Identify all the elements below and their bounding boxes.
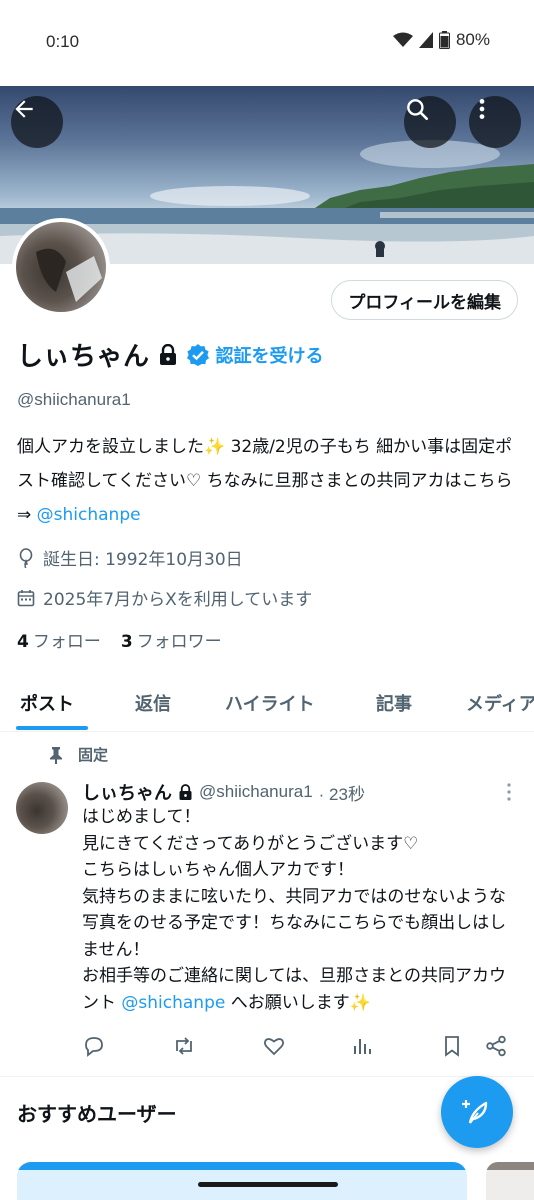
joined-text: 2025年7月からXを利用しています — [43, 590, 313, 610]
post-avatar[interactable] — [16, 782, 68, 834]
post-mention-link[interactable]: @shichanpe — [121, 993, 225, 1013]
post-text: はじめまして！ 見にきてくださってありがとうございます♡ こちらはしぃちゃん個人… — [82, 807, 507, 1013]
share-icon[interactable] — [484, 1034, 508, 1058]
verified-badge-icon — [186, 343, 209, 366]
tab-media[interactable]: メディア — [466, 690, 534, 716]
repost-icon[interactable] — [172, 1034, 196, 1058]
recommended-users-title: おすすめユーザー — [17, 1102, 177, 1126]
post-more-icon[interactable] — [504, 782, 514, 802]
follow-stats: 4 フォロー 3 フォロワー — [17, 627, 222, 652]
active-tab-indicator — [16, 726, 88, 730]
search-button[interactable] — [404, 96, 456, 148]
post-author-handle: @shiichanura1 — [199, 782, 313, 801]
post-timestamp[interactable]: · 23秒 — [319, 780, 365, 805]
profile-name: しぃちゃん — [17, 342, 150, 372]
status-time: 0:10 — [46, 32, 80, 51]
calendar-icon — [17, 589, 35, 606]
following-count: 4 — [17, 632, 29, 652]
followers-count: 3 — [120, 632, 133, 652]
tab-articles[interactable]: 記事 — [376, 690, 412, 716]
birthday-row: 誕生日: 1992年10月30日 — [17, 545, 243, 570]
lock-icon — [179, 783, 192, 800]
like-icon[interactable] — [262, 1034, 286, 1058]
views-icon[interactable] — [350, 1034, 374, 1058]
following-label: フォロー — [32, 632, 101, 652]
following-link[interactable]: 4 フォロー — [17, 627, 101, 652]
compose-feather-icon — [462, 1100, 488, 1124]
birthday-text: 誕生日: 1992年10月30日 — [43, 550, 243, 570]
post-body: はじめまして！ 見にきてくださってありがとうございます♡ こちらはしぃちゃん個人… — [82, 804, 522, 1016]
get-verified-label: 認証を受ける — [215, 345, 324, 367]
profile-bio: 個人アカを設立しました✨ 32歳/2児の子もち 細かい事は固定ポスト確認してくだ… — [17, 430, 522, 532]
search-icon — [407, 99, 429, 121]
wifi-icon — [392, 32, 413, 47]
followers-label: フォロワー — [136, 632, 222, 652]
profile-name-row: しぃちゃん 認証を受ける — [17, 336, 324, 373]
post-header: しぃちゃん @shiichanura1 · 23秒 — [82, 779, 365, 805]
signal-icon — [418, 32, 433, 48]
pinned-label-row: 固定 — [48, 744, 108, 765]
tab-posts[interactable]: ポスト — [20, 690, 74, 716]
arrow-left-icon — [15, 100, 33, 118]
profile-avatar[interactable] — [12, 218, 110, 316]
followers-link[interactable]: 3 フォロワー — [121, 627, 222, 652]
reply-icon[interactable] — [82, 1034, 106, 1058]
status-icons: 80% — [392, 30, 490, 50]
bio-mention-link[interactable]: @shichanpe — [37, 505, 141, 525]
bookmark-icon[interactable] — [440, 1034, 464, 1058]
tab-highlights[interactable]: ハイライト — [225, 690, 315, 716]
get-verified-link[interactable]: 認証を受ける — [186, 342, 324, 368]
lock-icon — [159, 343, 176, 365]
battery-icon — [438, 31, 450, 49]
edit-profile-button[interactable]: プロフィールを編集 — [331, 280, 518, 320]
avatar-image — [36, 248, 102, 302]
tab-replies[interactable]: 返信 — [135, 690, 171, 716]
profile-tabs: ポスト 返信 ハイライト 記事 メディア — [0, 672, 534, 732]
more-button[interactable] — [469, 96, 521, 148]
post-author-name[interactable]: しぃちゃん — [82, 779, 172, 805]
post-actions — [82, 1034, 512, 1060]
balloon-icon — [19, 547, 33, 568]
profile-handle: @shiichanura1 — [17, 390, 131, 409]
joined-row: 2025年7月からXを利用しています — [17, 585, 312, 610]
post-text-end: へお願いします✨ — [225, 992, 371, 1013]
battery-level: 80% — [455, 30, 490, 49]
pin-icon — [50, 746, 62, 764]
section-divider — [0, 1076, 534, 1077]
home-gesture-handle[interactable] — [198, 1182, 338, 1187]
pinned-label: 固定 — [78, 746, 109, 764]
back-button[interactable] — [11, 96, 63, 148]
compose-post-button[interactable] — [441, 1076, 513, 1148]
more-vertical-icon — [479, 99, 485, 119]
status-bar: 0:10 80% — [0, 0, 534, 86]
